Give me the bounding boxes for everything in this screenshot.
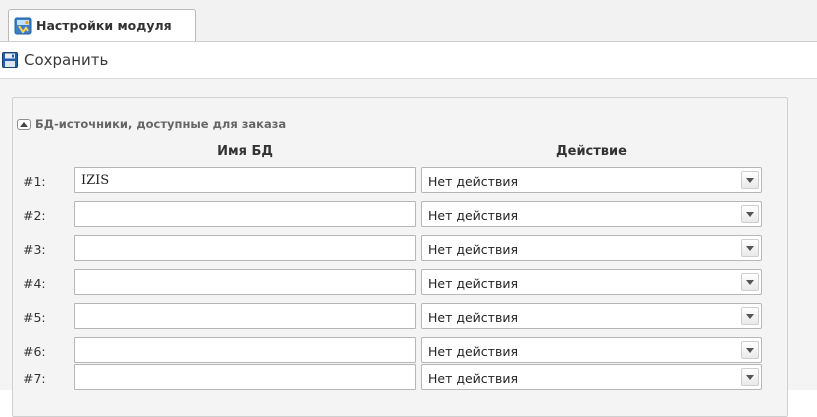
row-number: #1:	[23, 174, 46, 189]
action-select[interactable]: Нет действия	[421, 364, 762, 390]
row-number: #2:	[23, 208, 46, 223]
chevron-down-icon[interactable]	[741, 341, 759, 359]
table-row: #4: Нет действия	[0, 269, 817, 295]
module-settings-icon	[14, 17, 32, 35]
db-name-input[interactable]	[74, 337, 416, 363]
table-row: #5: Нет действия	[0, 303, 817, 329]
content-area: БД-источники, доступные для заказа Имя Б…	[0, 79, 817, 417]
action-value: Нет действия	[428, 344, 518, 359]
chevron-up-icon	[20, 121, 28, 127]
chevron-down-icon[interactable]	[741, 171, 759, 189]
action-value: Нет действия	[428, 174, 518, 189]
row-number: #5:	[23, 310, 46, 325]
db-name-input[interactable]	[74, 364, 416, 390]
table-row: #6: Нет действия	[0, 337, 817, 363]
action-select[interactable]: Нет действия	[421, 235, 762, 261]
chevron-down-icon[interactable]	[741, 273, 759, 291]
tab-label: Настройки модуля	[36, 18, 172, 33]
action-select[interactable]: Нет действия	[421, 167, 762, 193]
action-value: Нет действия	[428, 276, 518, 291]
floppy-disk-icon	[2, 52, 18, 68]
section-title: БД-источники, доступные для заказа	[35, 117, 287, 131]
save-label: Сохранить	[24, 51, 109, 69]
save-button[interactable]: Сохранить	[2, 50, 108, 70]
action-value: Нет действия	[428, 242, 518, 257]
chevron-down-icon[interactable]	[741, 307, 759, 325]
chevron-down-icon[interactable]	[741, 239, 759, 257]
tab-module-settings[interactable]: Настройки модуля	[8, 9, 196, 41]
row-number: #3:	[23, 242, 46, 257]
tab-bar: Настройки модуля	[0, 0, 817, 42]
column-header-db-name: Имя БД	[217, 144, 273, 159]
row-number: #6:	[23, 344, 46, 359]
action-value: Нет действия	[428, 208, 518, 223]
table-row: #2: Нет действия	[0, 201, 817, 227]
chevron-down-icon[interactable]	[741, 368, 759, 386]
action-value: Нет действия	[428, 371, 518, 386]
table-row: #7: Нет действия	[0, 364, 817, 390]
section-header: БД-источники, доступные для заказа	[17, 115, 286, 133]
action-select[interactable]: Нет действия	[421, 337, 762, 363]
action-select[interactable]: Нет действия	[421, 269, 762, 295]
db-name-input[interactable]	[74, 269, 416, 295]
row-number: #4:	[23, 276, 46, 291]
action-value: Нет действия	[428, 310, 518, 325]
action-select[interactable]: Нет действия	[421, 201, 762, 227]
toolbar: Сохранить	[0, 42, 817, 79]
chevron-down-icon[interactable]	[741, 205, 759, 223]
db-name-input[interactable]	[74, 167, 416, 193]
db-name-input[interactable]	[74, 235, 416, 261]
column-header-action: Действие	[556, 144, 627, 159]
row-number: #7:	[23, 371, 46, 386]
action-select[interactable]: Нет действия	[421, 303, 762, 329]
collapse-toggle[interactable]	[17, 118, 31, 130]
db-name-input[interactable]	[74, 201, 416, 227]
table-row: #1: Нет действия	[0, 167, 817, 193]
table-row: #3: Нет действия	[0, 235, 817, 261]
db-name-input[interactable]	[74, 303, 416, 329]
